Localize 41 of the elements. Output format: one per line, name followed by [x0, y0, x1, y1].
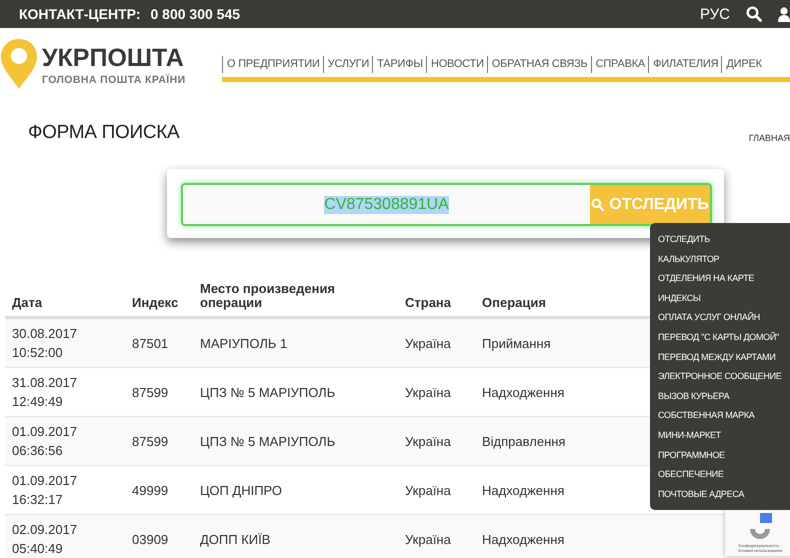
table-cell: 03909 [125, 514, 193, 558]
menu-item[interactable]: ПОЧТОВЫЕ АДРЕСА [658, 484, 790, 504]
table-cell: МАРІУПОЛЬ 1 [193, 318, 398, 368]
nav-link[interactable]: НОВОСТИ [426, 56, 487, 72]
nav-link[interactable]: ФИЛАТЕЛИЯ [648, 56, 722, 72]
logo-wordmark: УКРПОШТА [42, 44, 185, 72]
nav-link[interactable]: ТАРИФЫ [372, 56, 426, 72]
menu-item[interactable]: ПЕРЕВОД МЕЖДУ КАРТАМИ [658, 348, 790, 368]
page-title: ФОРМА ПОИСКА [28, 122, 180, 144]
nav-link[interactable]: СПРАВКА [590, 56, 648, 72]
menu-item[interactable]: ВЫЗОВ КУРЬЕРА [658, 386, 790, 406]
phone-number: 0 800 300 545 [150, 6, 240, 22]
table-cell: 02.09.2017 05:40:49 [5, 514, 125, 558]
menu-item[interactable]: КАЛЬКУЛЯТОР [658, 250, 790, 270]
menu-item[interactable]: ОБЕСПЕЧЕНИЕ [658, 465, 790, 485]
table-cell: 30.08.2017 10:52:00 [5, 318, 125, 368]
logo-tagline: ГОЛОВНА ПОШТА КРАЇНИ [42, 74, 186, 86]
menu-item[interactable]: МИНИ-МАРКЕТ [658, 426, 790, 446]
nav-link[interactable]: ОБРАТНАЯ СВЯЗЬ [486, 56, 591, 72]
menu-item[interactable]: ПРОГРАММНОЕ [658, 446, 790, 466]
nav-link[interactable]: УСЛУГИ [322, 56, 372, 72]
language-link[interactable]: РУС [700, 6, 730, 22]
menu-item[interactable]: ИНДЕКСЫ [658, 288, 790, 308]
breadcrumb-link[interactable]: ГЛАВНАЯ [748, 133, 790, 143]
user-icon[interactable] [778, 6, 790, 22]
contact-label: КОНТАКТ-ЦЕНТР: [19, 6, 140, 22]
table-cell: 87501 [125, 318, 193, 368]
table-cell: 01.09.2017 06:36:56 [5, 416, 125, 466]
nav-link[interactable]: О ПРЕДПРИЯТИИ [222, 56, 323, 72]
table-cell: 87599 [125, 416, 193, 466]
pin-logo-icon [0, 38, 38, 90]
table-cell: ДОПП КИЇВ [193, 514, 398, 558]
menu-item[interactable]: ЭЛЕКТРОННОЕ СООБЩЕНИЕ [658, 367, 790, 387]
table-cell: ЦПЗ № 5 МАРІУПОЛЬ [193, 416, 398, 466]
menu-item[interactable]: ПЕРЕВОД "С КАРТЫ ДОМОЙ" [658, 328, 790, 348]
menu-item[interactable]: ОТСЛЕДИТЬ [658, 230, 790, 250]
table-cell: Україна [398, 514, 475, 558]
search-icon[interactable] [746, 6, 762, 22]
table-cell: Україна [398, 416, 475, 466]
nav-link[interactable]: ДИРЕК [721, 56, 765, 72]
table-cell: Україна [398, 318, 475, 368]
